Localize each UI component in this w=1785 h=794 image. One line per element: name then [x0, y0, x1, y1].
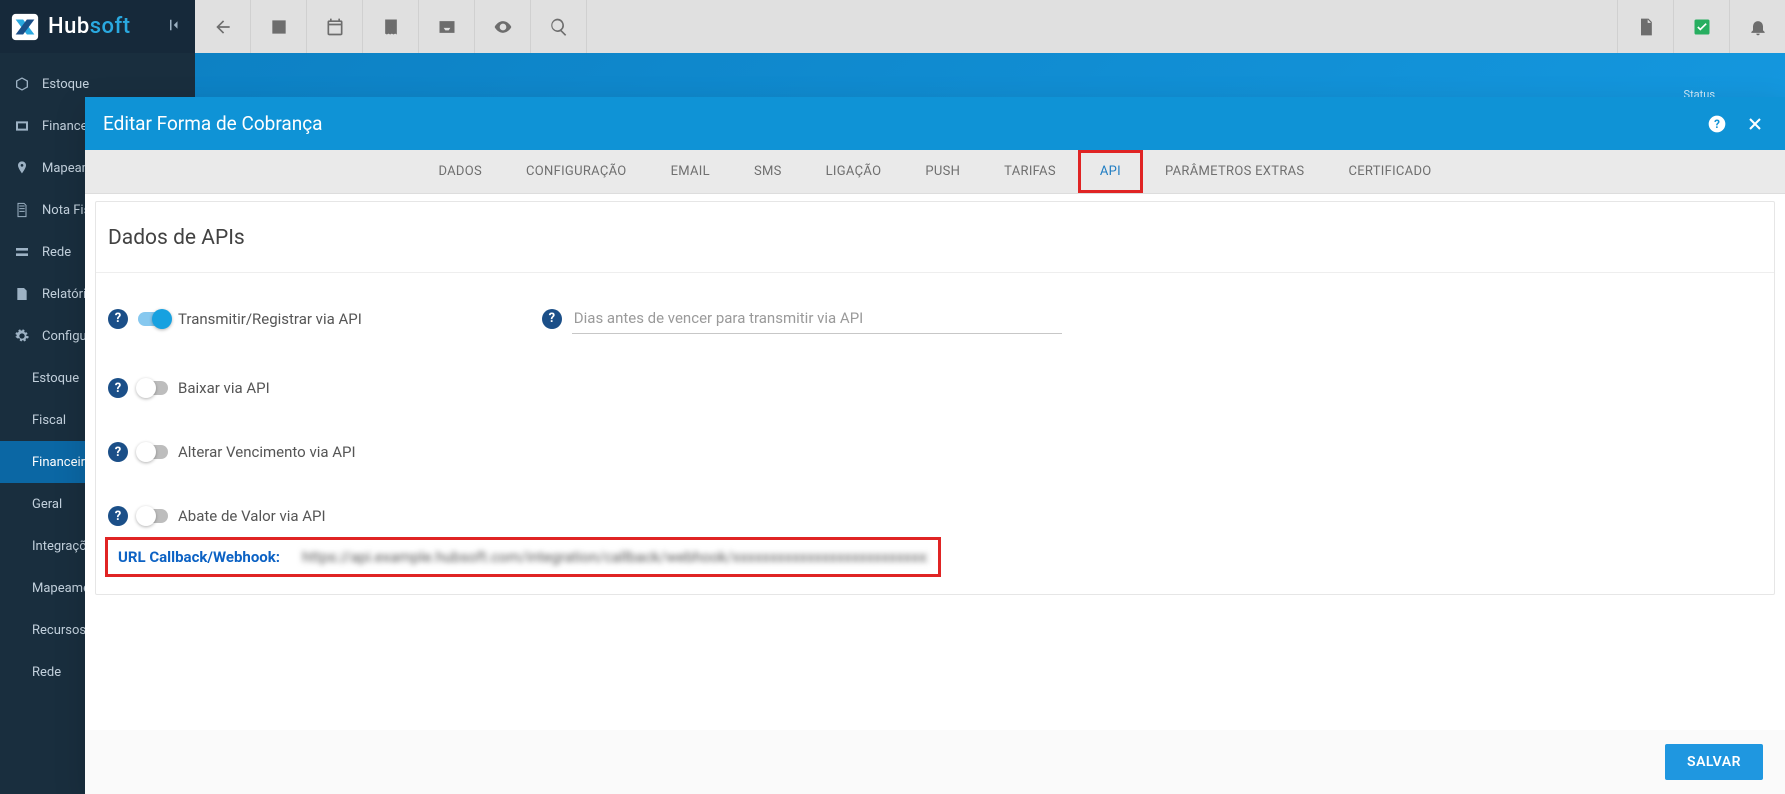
field-transmitir: ? Transmitir/Registrar via API: [108, 303, 362, 334]
logo-mark-icon: [10, 12, 40, 42]
help-icon[interactable]: ?: [108, 378, 128, 398]
section-title: Dados de APIs: [96, 202, 1774, 273]
field-abate: ? Abate de Valor via API: [108, 506, 326, 526]
pin-icon: [14, 160, 30, 176]
tab-parametros-extras[interactable]: PARÂMETROS EXTRAS: [1143, 150, 1326, 193]
doc-icon: [14, 202, 30, 218]
dialog-title: Editar Forma de Cobrança: [103, 112, 323, 135]
tab-sms[interactable]: SMS: [732, 150, 804, 193]
sidebar-item-label: Rede: [42, 245, 71, 260]
stack-icon: [14, 244, 30, 260]
field-dias-antes: ?: [542, 303, 1062, 334]
search-icon[interactable]: [531, 0, 587, 53]
toggle-alterar[interactable]: [138, 445, 168, 459]
tab-certificado[interactable]: CERTIFICADO: [1326, 150, 1453, 193]
field-label: Transmitir/Registrar via API: [178, 310, 362, 328]
money-icon: [14, 118, 30, 134]
input-dias-antes[interactable]: [572, 303, 1062, 334]
back-button[interactable]: [195, 0, 251, 53]
tab-configuracao[interactable]: CONFIGURAÇÃO: [504, 150, 649, 193]
bell-icon[interactable]: [1729, 0, 1785, 53]
dialog-header: Editar Forma de Cobrança ?: [85, 97, 1785, 150]
field-label: Alterar Vencimento via API: [178, 443, 356, 461]
cube-icon: [14, 76, 30, 92]
tab-dados[interactable]: DADOS: [416, 150, 504, 193]
tab-api[interactable]: API: [1078, 150, 1143, 193]
tab-tarifas[interactable]: TARIFAS: [982, 150, 1078, 193]
callback-url: https://api.example.hubsoft.com/integrat…: [302, 548, 928, 566]
field-label: Baixar via API: [178, 379, 270, 397]
status-ok-icon[interactable]: [1673, 0, 1729, 53]
help-icon[interactable]: ?: [108, 309, 128, 329]
dialog-tabs: DADOS CONFIGURAÇÃO EMAIL SMS LIGAÇÃO PUS…: [85, 150, 1785, 194]
sidebar-item-label: Rede: [32, 665, 61, 680]
gear-icon: [14, 328, 30, 344]
close-icon[interactable]: [1743, 112, 1767, 136]
section-dados-apis: Dados de APIs ? Transmitir/Registrar via…: [95, 201, 1775, 595]
pdf-icon[interactable]: [1617, 0, 1673, 53]
logo: Hubsoft: [0, 0, 195, 53]
svg-text:?: ?: [1714, 117, 1720, 131]
topbar: $: [195, 0, 1785, 53]
dialog-footer: SALVAR: [85, 730, 1785, 794]
sidebar-item-label: Fiscal: [32, 413, 66, 428]
help-icon[interactable]: ?: [542, 309, 562, 329]
calendar-icon[interactable]: [307, 0, 363, 53]
toggle-baixar[interactable]: [138, 381, 168, 395]
billing-icon[interactable]: $: [363, 0, 419, 53]
sidebar-item-label: Estoque: [32, 371, 79, 386]
logo-text: Hubsoft: [48, 14, 131, 39]
contact-icon[interactable]: [251, 0, 307, 53]
sidebar-item-label: Estoque: [42, 77, 89, 92]
save-button[interactable]: SALVAR: [1665, 744, 1763, 780]
svg-text:$: $: [388, 21, 393, 32]
help-icon[interactable]: ?: [108, 506, 128, 526]
visibility-icon[interactable]: [475, 0, 531, 53]
sidebar-item-label: Financeiro: [32, 455, 92, 470]
sidebar-collapse-icon[interactable]: [167, 16, 185, 38]
toggle-abate[interactable]: [138, 509, 168, 523]
header-ribbon: Status: [195, 53, 1785, 100]
help-icon[interactable]: ?: [1705, 112, 1729, 136]
callback-box: URL Callback/Webhook: https://api.exampl…: [108, 540, 938, 574]
tab-email[interactable]: EMAIL: [649, 150, 732, 193]
dialog-body: Dados de APIs ? Transmitir/Registrar via…: [85, 194, 1785, 730]
field-label: Abate de Valor via API: [178, 507, 326, 525]
tab-push[interactable]: PUSH: [903, 150, 982, 193]
help-icon[interactable]: ?: [108, 442, 128, 462]
report-icon: [14, 286, 30, 302]
sidebar-item-label: Geral: [32, 497, 62, 512]
dialog-editar-forma-cobranca: Editar Forma de Cobrança ? DADOS CONFIGU…: [85, 97, 1785, 794]
inbox-icon[interactable]: [419, 0, 475, 53]
field-alterar: ? Alterar Vencimento via API: [108, 442, 356, 462]
toggle-transmitir[interactable]: [138, 312, 168, 326]
callback-label: URL Callback/Webhook:: [118, 548, 280, 566]
field-baixar: ? Baixar via API: [108, 378, 270, 398]
tab-ligacao[interactable]: LIGAÇÃO: [804, 150, 904, 193]
